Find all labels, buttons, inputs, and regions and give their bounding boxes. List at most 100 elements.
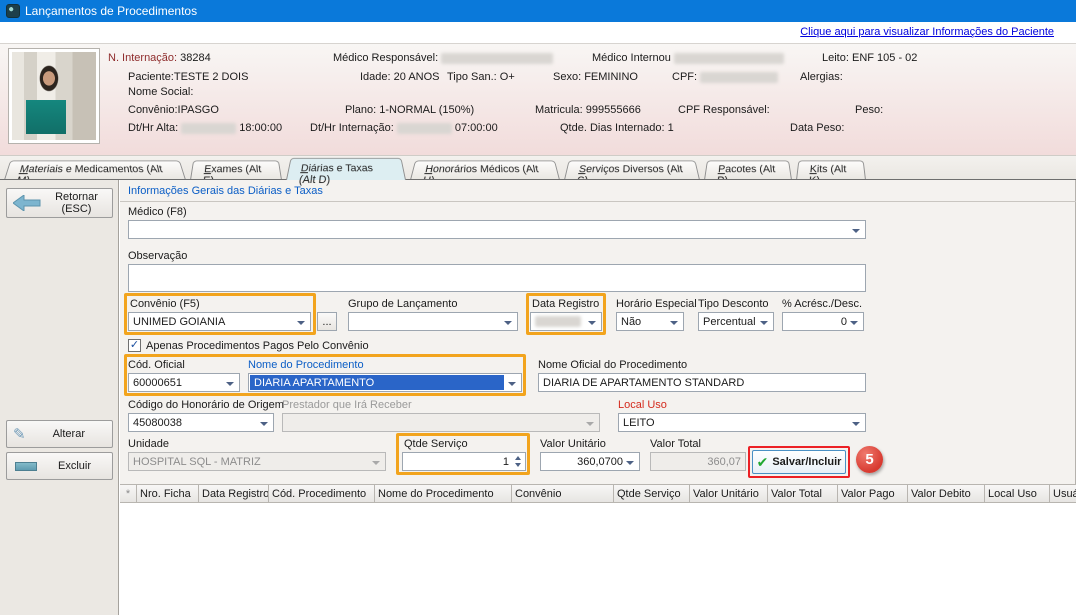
convenio-value: UNIMED GOIANIA	[133, 316, 225, 328]
sexo-field: Sexo: FEMININO	[553, 71, 638, 83]
salvar-incluir-label: Salvar/Incluir	[772, 456, 841, 468]
sexo-value: FEMININO	[584, 71, 638, 83]
horario-especial-combo[interactable]: Não	[616, 312, 684, 331]
col-valor-unitario[interactable]: Valor Unitário	[690, 485, 768, 502]
col-valor-debito[interactable]: Valor Debito	[908, 485, 985, 502]
cpf-redacted	[700, 72, 778, 83]
valor-unitario-combo[interactable]: 360,0700	[540, 452, 640, 471]
pencil-icon: ✎	[13, 425, 26, 443]
unidade-value: HOSPITAL SQL - MATRIZ	[133, 456, 261, 468]
medico-combo[interactable]	[128, 220, 866, 239]
col-convenio[interactable]: Convênio	[512, 485, 614, 502]
chevron-down-icon	[586, 422, 594, 426]
prestador-label: Prestador que Irá Receber	[282, 399, 412, 411]
cod-honorario-combo[interactable]: 45080038	[128, 413, 274, 432]
excluir-button[interactable]: Excluir	[6, 452, 113, 480]
window-title: Lançamentos de Procedimentos	[25, 4, 197, 18]
col-nro-ficha[interactable]: Nro. Ficha	[137, 485, 199, 502]
grupo-lancamento-combo[interactable]	[348, 312, 518, 331]
cpf-label: CPF:	[672, 71, 697, 83]
col-valor-total[interactable]: Valor Total	[768, 485, 838, 502]
excluir-label: Excluir	[37, 460, 112, 472]
dthr-alta-field: Dt/Hr Alta: 18:00:00	[128, 122, 282, 134]
tab-honorarios-medicos[interactable]: Honorários Médicos (Alt H)	[410, 160, 560, 180]
chevron-down-icon	[226, 382, 234, 386]
valor-unitario-value: 360,0700	[577, 456, 623, 468]
alterar-button[interactable]: ✎ Alterar	[6, 420, 113, 448]
dthr-internacao-redacted	[397, 123, 452, 134]
dthr-alta-redacted	[181, 123, 236, 134]
observacao-input[interactable]	[128, 264, 866, 292]
medico-internou-field: Médico Internou	[592, 52, 784, 64]
col-local-uso[interactable]: Local Uso	[985, 485, 1050, 502]
medico-internou-redacted	[674, 53, 784, 64]
nome-oficial-label: Nome Oficial do Procedimento	[538, 359, 687, 371]
medico-responsavel-field: Médico Responsável:	[333, 52, 553, 64]
nome-social-field: Nome Social:	[128, 86, 193, 98]
nome-procedimento-combo[interactable]: DIARIA APARTAMENTO	[248, 373, 522, 392]
data-peso-field: Data Peso:	[790, 122, 844, 134]
apenas-pagos-checkbox[interactable]: ✓	[128, 339, 141, 352]
tab-materiais-medicamentos[interactable]: Materiais e Medicamentos (Alt M)	[4, 160, 186, 180]
tab-diarias-taxas[interactable]: Diárias e Taxas (Alt D)	[286, 158, 406, 180]
chevron-down-icon	[850, 321, 858, 325]
col-valor-pago[interactable]: Valor Pago	[838, 485, 908, 502]
tab-pacotes[interactable]: Pacotes (Alt P)	[704, 160, 792, 180]
acresc-desc-combo[interactable]: 0	[782, 312, 864, 331]
qtde-dias-field: Qtde. Dias Internado: 1	[560, 122, 674, 134]
salvar-incluir-button[interactable]: ✔ Salvar/Incluir	[752, 450, 846, 474]
qtde-servico-stepper[interactable]: 1	[402, 452, 526, 471]
peso-label: Peso:	[855, 104, 883, 116]
retornar-label: Retornar (ESC)	[41, 191, 112, 215]
tab-exames[interactable]: Exames (Alt E)	[190, 160, 282, 180]
valor-unitario-label: Valor Unitário	[540, 438, 606, 450]
app-icon	[6, 4, 20, 18]
group-divider	[120, 201, 1076, 202]
medico-label: Médico (F8)	[128, 206, 187, 218]
convenio-combo[interactable]: UNIMED GOIANIA	[128, 312, 311, 331]
convenio-f5-label: Convênio (F5)	[130, 298, 200, 310]
nome-oficial-value: DIARIA DE APARTAMENTO STANDARD	[543, 377, 744, 389]
convenio-value: IPASGO	[178, 104, 219, 116]
n-internacao-value: 38284	[180, 52, 211, 64]
patient-info-link[interactable]: Clique aqui para visualizar Informações …	[800, 26, 1054, 38]
leito-field: Leito: ENF 105 - 02	[822, 52, 917, 64]
data-registro-combo[interactable]	[530, 312, 602, 331]
col-qtde-servico[interactable]: Qtde Serviço	[614, 485, 690, 502]
plano-field: Plano: 1-NORMAL (150%)	[345, 104, 474, 116]
spinner-arrows-icon[interactable]	[515, 456, 521, 467]
retornar-button[interactable]: Retornar (ESC)	[6, 188, 113, 218]
alergias-label: Alergias:	[800, 71, 843, 83]
col-nome-procedimento[interactable]: Nome do Procedimento	[375, 485, 512, 502]
col-data-registro[interactable]: Data Registro	[199, 485, 269, 502]
nome-social-label: Nome Social:	[128, 86, 193, 98]
idade-field: Idade: 20 ANOS	[360, 71, 440, 83]
convenio-label: Convênio:	[128, 104, 178, 116]
chevron-down-icon	[508, 382, 516, 386]
dthr-alta-hora: 18:00:00	[239, 122, 282, 134]
acresc-desc-value: 0	[841, 316, 847, 328]
prestador-combo	[282, 413, 600, 432]
check-icon: ✔	[757, 454, 769, 471]
col-cod-procedimento[interactable]: Cód. Procedimento	[269, 485, 375, 502]
matricula-label: Matricula:	[535, 104, 583, 116]
tab-servicos-diversos[interactable]: Serviços Diversos (Alt S)	[564, 160, 700, 180]
tipo-desconto-combo[interactable]: Percentual	[698, 312, 774, 331]
valor-total-label: Valor Total	[650, 438, 701, 450]
medico-responsavel-redacted	[441, 53, 553, 64]
unidade-label: Unidade	[128, 438, 169, 450]
grid-corner-icon[interactable]: *	[120, 485, 137, 502]
local-uso-combo[interactable]: LEITO	[618, 413, 866, 432]
col-usuario[interactable]: Usuário	[1050, 485, 1076, 502]
leito-label: Leito:	[822, 52, 849, 64]
tab-kits[interactable]: Kits (Alt K)	[796, 160, 866, 180]
tipo-san-field: Tipo San.: O+	[447, 71, 515, 83]
tipo-san-label: Tipo San.:	[447, 71, 497, 83]
nome-procedimento-value: DIARIA APARTAMENTO	[250, 375, 504, 390]
patient-photo	[8, 48, 100, 144]
cod-oficial-combo[interactable]: 60000651	[128, 373, 240, 392]
grid-body-empty[interactable]	[120, 503, 1076, 615]
convenio-browse-button[interactable]: ...	[317, 312, 337, 331]
nome-oficial-input[interactable]: DIARIA DE APARTAMENTO STANDARD	[538, 373, 866, 392]
local-uso-value: LEITO	[623, 417, 655, 429]
